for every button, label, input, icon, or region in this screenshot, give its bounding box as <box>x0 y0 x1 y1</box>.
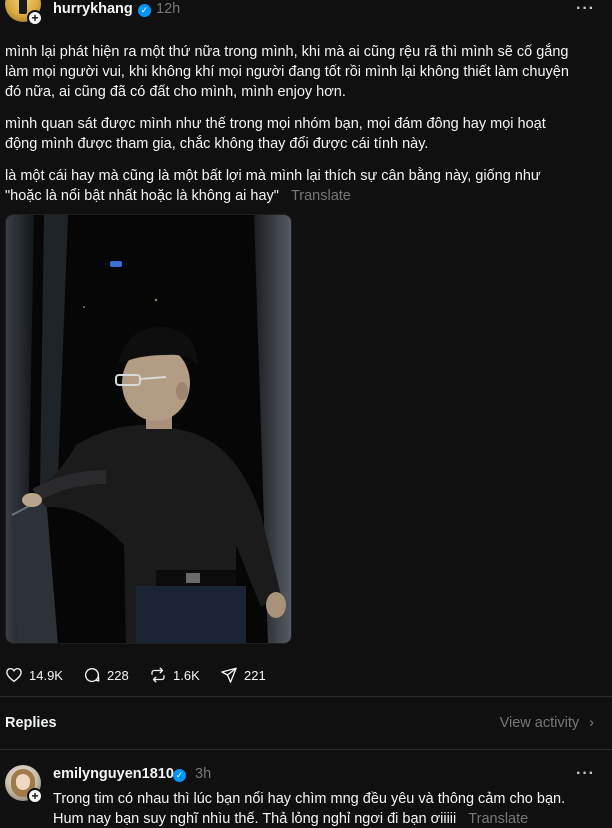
chevron-right-icon: › <box>589 715 594 731</box>
text-line: Hum nay bạn suy nghĩ nhìu thế. Thả lỏng … <box>53 809 608 828</box>
view-activity-link[interactable]: View activity › <box>500 715 594 731</box>
photo-illustration <box>6 215 291 643</box>
avatar-face <box>16 774 30 790</box>
text-line: "hoặc là nổi bật nhất hoặc là không ai h… <box>5 186 605 206</box>
text-line: động mình được tham gia, chắc không thay… <box>5 136 429 152</box>
post-actions: 14.9K 228 1.6K 221 <box>5 664 305 686</box>
divider <box>0 749 612 750</box>
heart-icon <box>6 667 22 683</box>
reply-username[interactable]: emilynguyen1810 <box>53 766 174 782</box>
author-username[interactable]: hurrykhang <box>53 1 133 17</box>
translate-link[interactable]: Translate <box>291 188 351 204</box>
post-header: + hurrykhang ✓ 12h ··· <box>0 0 612 26</box>
reply-translate-link[interactable]: Translate <box>468 811 528 827</box>
repost-icon <box>151 667 165 683</box>
reply-timestamp[interactable]: 3h <box>195 766 211 782</box>
text-line: Trong tim có nhau thì lúc bạn nổi hay ch… <box>53 791 566 807</box>
share-button[interactable]: 221 <box>220 664 266 686</box>
repost-count: 1.6K <box>173 667 200 683</box>
comment-icon <box>84 668 100 683</box>
verified-badge-icon: ✓ <box>138 4 151 17</box>
post-photo[interactable] <box>5 214 292 644</box>
text-line-content: "hoặc là nổi bật nhất hoặc là không ai h… <box>5 188 279 204</box>
reply-follow-plus-icon[interactable]: + <box>27 788 43 804</box>
like-button[interactable]: 14.9K <box>5 664 63 686</box>
more-options-icon[interactable]: ··· <box>576 0 595 18</box>
text-line-content: Hum nay bạn suy nghĩ nhìu thế. Thả lỏng … <box>53 811 457 827</box>
share-icon <box>221 667 237 683</box>
comment-count: 228 <box>107 667 129 683</box>
repost-button[interactable]: 1.6K <box>149 664 200 686</box>
like-count: 14.9K <box>29 667 63 683</box>
text-line: mình quan sát được mình như thế trong mọ… <box>5 116 546 132</box>
post-paragraph-1: mình lại phát hiện ra một thứ nữa trong … <box>5 42 605 102</box>
text-line: là một cái hay mà cũng là một bất lợi mà… <box>5 168 541 184</box>
replies-heading: Replies <box>5 715 57 731</box>
text-line: mình lại phát hiện ra một thứ nữa trong … <box>5 44 569 60</box>
post-timestamp[interactable]: 12h <box>156 1 180 17</box>
avatar-figure <box>19 0 27 14</box>
text-line: đó nữa, ai cũng đã có đất cho mình, mình… <box>5 84 346 100</box>
reply-more-options-icon[interactable]: ··· <box>576 765 595 783</box>
post-paragraph-2: mình quan sát được mình như thế trong mọ… <box>5 114 605 154</box>
view-activity-label: View activity <box>499 715 580 731</box>
comment-button[interactable]: 228 <box>83 664 129 686</box>
post-paragraph-3: là một cái hay mà cũng là một bất lợi mà… <box>5 166 605 206</box>
follow-plus-icon[interactable]: + <box>27 10 43 26</box>
reply-verified-badge-icon: ✓ <box>173 769 186 782</box>
divider <box>0 696 612 697</box>
share-count: 221 <box>244 667 266 683</box>
text-line: làm mọi người vui, khi không khí mọi ngư… <box>5 64 569 80</box>
reply-text: Trong tim có nhau thì lúc bạn nổi hay ch… <box>53 789 608 828</box>
